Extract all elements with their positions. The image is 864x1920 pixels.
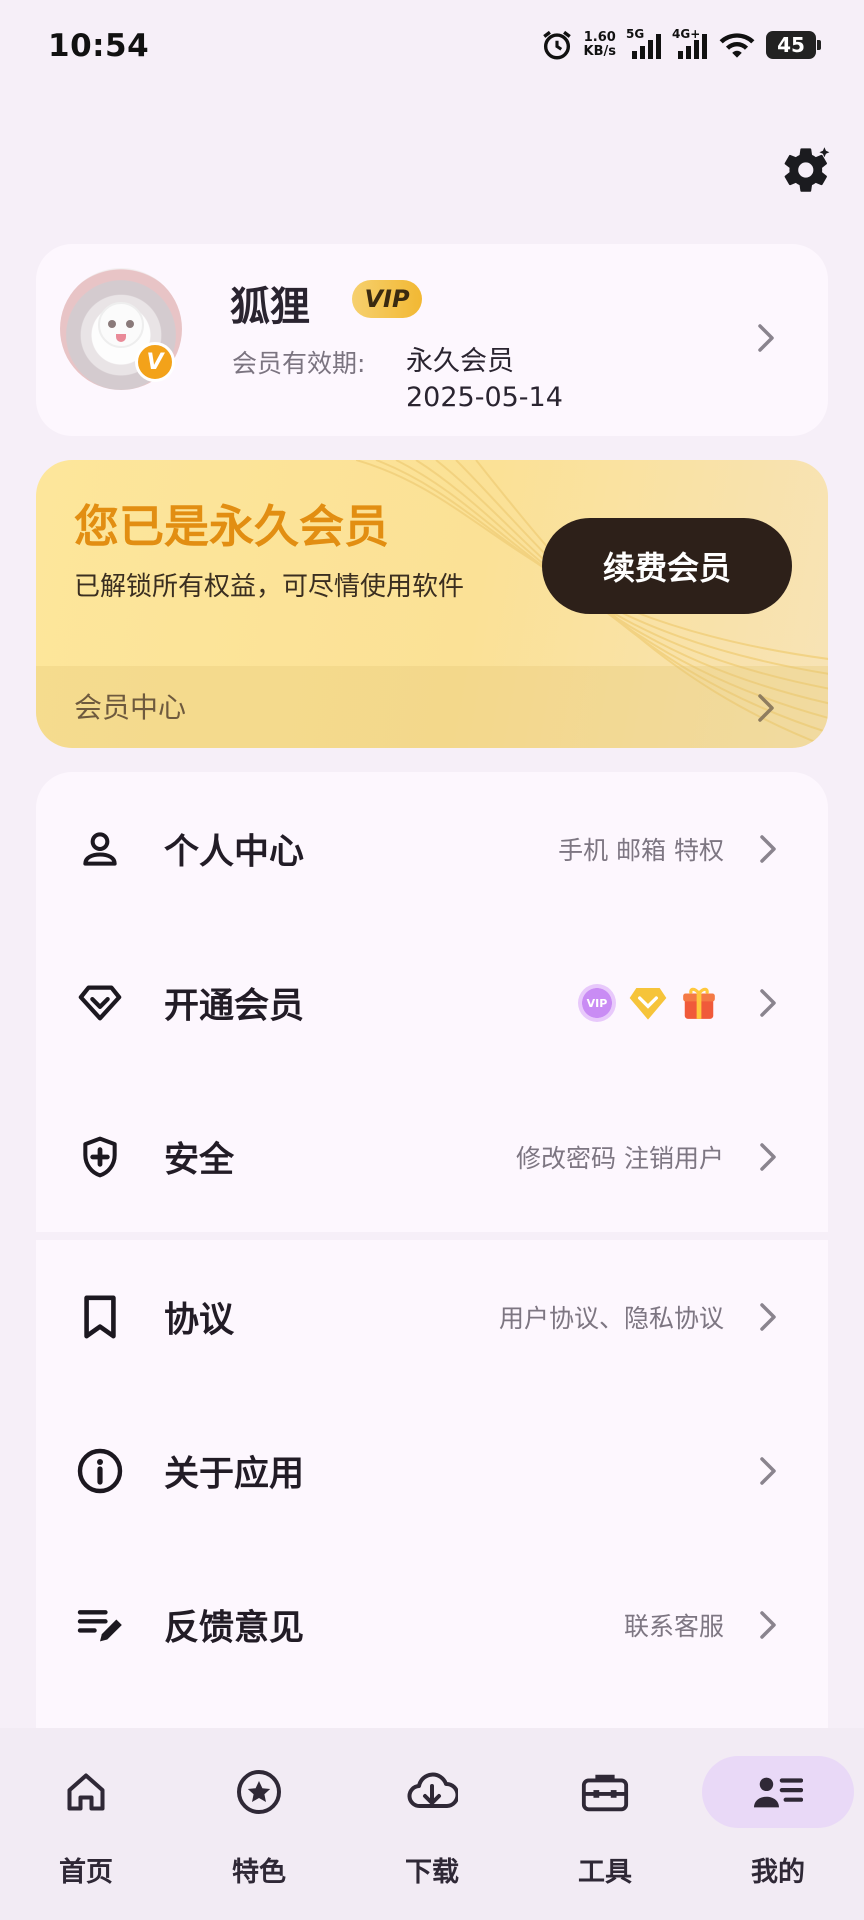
bottom-navigation: 首页 特色 下载 工具 我的 [0, 1728, 864, 1920]
nav-mine[interactable]: 我的 [692, 1748, 864, 1898]
cloud-download-icon [406, 1766, 458, 1818]
nav-featured[interactable]: 特色 [173, 1748, 345, 1898]
home-icon [60, 1766, 112, 1818]
menu-item-security[interactable]: 安全 修改密码 注销用户 [36, 1080, 828, 1234]
nav-label: 首页 [59, 1857, 113, 1888]
status-time: 10:54 [48, 28, 150, 64]
menu-hint: 联系客服 [623, 1612, 724, 1641]
menu-card-app: 协议 用户协议、隐私协议 关于应用 反馈意见 联系客服 [36, 1240, 828, 1728]
chevron-right-icon [760, 1457, 776, 1485]
nav-download[interactable]: 下载 [346, 1748, 518, 1898]
member-center-label: 会员中心 [74, 691, 187, 724]
renew-membership-button[interactable]: 续费会员 [542, 518, 792, 614]
vip-banner: 您已是永久会员 已解锁所有权益，可尽情使用软件 续费会员 会员中心 [36, 460, 828, 748]
membership-badges: VIP [578, 984, 718, 1022]
chevron-right-icon [760, 835, 776, 863]
status-icons: 1.60 KB/s 5G 4G+ 45 [540, 27, 821, 62]
menu-hint: 修改密码 注销用户 [516, 1144, 724, 1173]
menu-label: 关于应用 [164, 1454, 305, 1495]
nav-home[interactable]: 首页 [0, 1748, 172, 1898]
vip-status-subtitle: 已解锁所有权益，可尽情使用软件 [74, 572, 465, 602]
profile-list-icon [752, 1766, 804, 1818]
chevron-right-icon [760, 1143, 776, 1171]
nav-label: 我的 [751, 1857, 805, 1888]
member-center-row[interactable]: 会员中心 [36, 666, 828, 748]
settings-button[interactable] [778, 142, 834, 198]
menu-label: 协议 [164, 1300, 235, 1341]
star-circle-icon [233, 1766, 285, 1818]
menu-card-account: 个人中心 手机 邮箱 特权 开通会员 VIP 安全 修改密码 注销用户 [36, 772, 828, 1232]
avatar-cat-eye [126, 320, 134, 328]
menu-item-about-app[interactable]: 关于应用 [36, 1394, 828, 1548]
signal-4g: 4G+ [672, 27, 708, 61]
vip-status-title: 您已是永久会员 [74, 500, 390, 553]
menu-item-personal-center[interactable]: 个人中心 手机 邮箱 特权 [36, 772, 828, 926]
chevron-right-icon [758, 324, 774, 352]
menu-item-agreement[interactable]: 协议 用户协议、隐私协议 [36, 1240, 828, 1394]
profile-card[interactable]: V 狐狸 VIP 会员有效期: 永久会员 2025-05-14 [36, 244, 828, 436]
menu-label: 安全 [164, 1140, 235, 1181]
menu-hint: 用户协议、隐私协议 [498, 1304, 724, 1333]
edit-list-icon [74, 1599, 126, 1651]
signal-icon [632, 34, 661, 59]
chevron-right-icon [760, 1611, 776, 1639]
gear-icon [784, 147, 830, 192]
shield-icon [74, 1131, 126, 1183]
avatar-cat-eye [108, 320, 116, 328]
nav-label: 特色 [232, 1857, 286, 1888]
net-speed-value: 1.60 [583, 30, 616, 45]
menu-hint: 手机 邮箱 特权 [558, 836, 724, 865]
vip-badge-icon: VIP [578, 984, 616, 1022]
expiry-type: 永久会员 [406, 346, 514, 377]
expiry-label: 会员有效期: [232, 349, 366, 378]
nav-label: 工具 [578, 1857, 632, 1888]
vip-tag: VIP [352, 280, 422, 318]
nav-tools[interactable]: 工具 [519, 1748, 691, 1898]
chevron-right-icon [760, 1303, 776, 1331]
expiry-value: 永久会员 2025-05-14 [406, 344, 563, 416]
menu-item-open-membership[interactable]: 开通会员 VIP [36, 926, 828, 1080]
vip-avatar-badge: V [135, 342, 175, 382]
nav-label: 下载 [405, 1857, 459, 1888]
info-icon [74, 1445, 126, 1497]
menu-label: 开通会员 [164, 986, 305, 1027]
menu-item-feedback[interactable]: 反馈意见 联系客服 [36, 1548, 828, 1702]
menu-label: 个人中心 [164, 832, 305, 873]
battery-indicator: 45 [766, 31, 821, 59]
net-speed-unit: KB/s [583, 44, 616, 59]
alarm-icon [542, 30, 571, 60]
wifi-icon [719, 33, 755, 58]
status-bar: 10:54 1.60 KB/s 5G 4G+ 45 [0, 0, 864, 92]
gift-icon [683, 987, 715, 1019]
person-icon [74, 823, 126, 875]
menu-label: 反馈意见 [164, 1608, 305, 1649]
expiry-date: 2025-05-14 [406, 382, 563, 413]
signal-5g: 5G [626, 27, 662, 61]
chevron-right-icon [760, 989, 776, 1017]
net-speed: 1.60 KB/s [584, 31, 616, 59]
username: 狐狸 [230, 284, 310, 330]
signal-icon [678, 34, 707, 59]
diamond-icon [74, 977, 126, 1029]
toolbox-icon [579, 1766, 631, 1818]
chevron-right-icon [758, 694, 774, 722]
bookmark-icon [74, 1291, 126, 1343]
gold-diamond-icon [629, 988, 667, 1020]
